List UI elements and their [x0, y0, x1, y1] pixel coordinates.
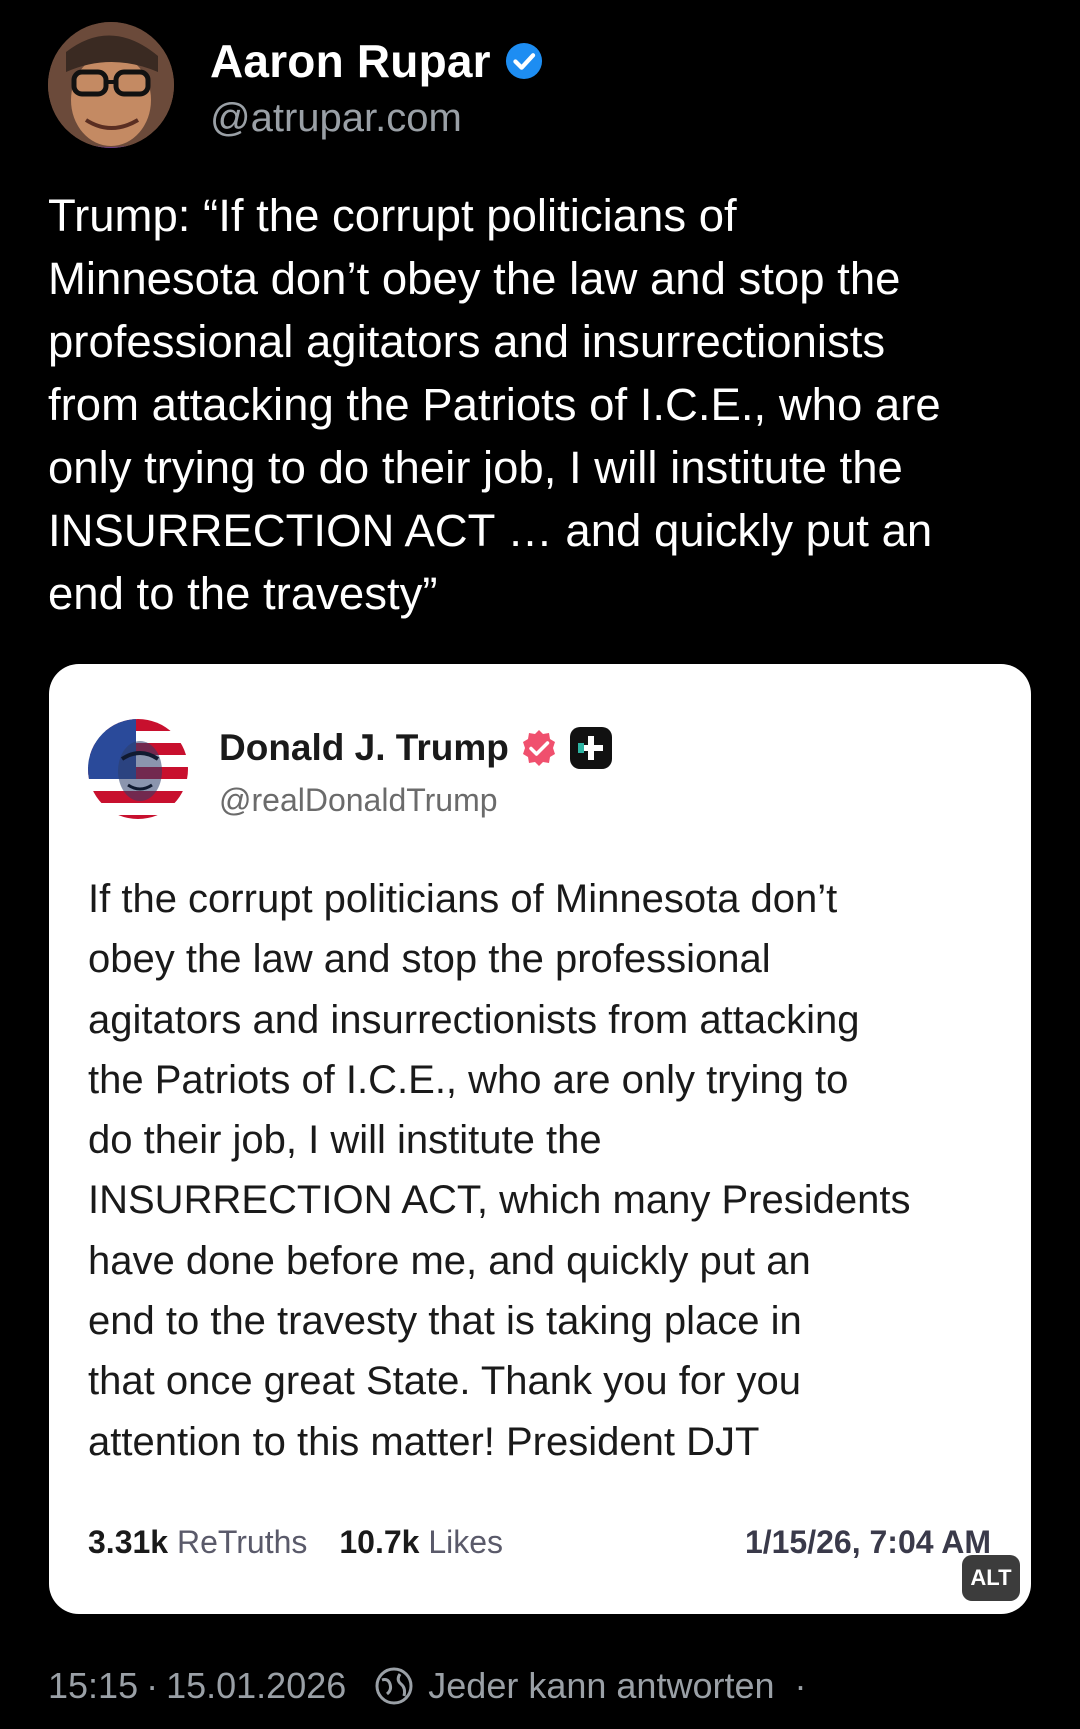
retruths-stat: 3.31k ReTruths: [88, 1524, 307, 1561]
likes-count: 10.7k: [339, 1524, 420, 1560]
author-name[interactable]: Aaron Rupar: [210, 34, 491, 88]
truth-author-avatar: [88, 719, 188, 819]
truth-date: 1/15/26, 7:04 AM: [744, 1524, 991, 1560]
post-header: Aaron Rupar @atrupar.com: [48, 22, 1028, 152]
globe-icon: [375, 1667, 413, 1705]
likes-label: Likes: [428, 1524, 504, 1560]
alt-text-button[interactable]: ALT: [962, 1555, 1020, 1601]
trailing-dot: ·: [794, 1665, 807, 1706]
post-text: Trump: “If the corrupt politicians of Mi…: [48, 190, 941, 619]
post-footer: 15:15 · 15.01.2026 Jeder kann antworten …: [48, 1665, 1058, 1707]
author-avatar[interactable]: [48, 22, 174, 148]
quoted-image-card[interactable]: Donald J. Trump @realDonaldTrump If the …: [49, 664, 1031, 1614]
retruths-label: ReTruths: [176, 1524, 308, 1560]
truth-author-handle: @realDonaldTrump: [219, 782, 498, 818]
likes-stat: 10.7k Likes: [339, 1524, 503, 1561]
separator-dot: ·: [146, 1665, 159, 1706]
truth-author-name: Donald J. Trump: [219, 727, 509, 768]
post-time[interactable]: 15:15: [48, 1665, 138, 1707]
retruths-count: 3.31k: [88, 1524, 169, 1560]
author-handle[interactable]: @atrupar.com: [210, 96, 543, 141]
verified-badge-icon: [505, 42, 542, 80]
truth-stats: 3.31k ReTruths 10.7k Likes: [88, 1524, 503, 1561]
truth-plus-icon: [569, 727, 612, 769]
truth-post-text: If the corrupt politicians of Minnesota …: [88, 877, 911, 1464]
post-date[interactable]: 15.01.2026: [166, 1665, 346, 1707]
verified-badge-icon: [522, 730, 555, 766]
reply-setting[interactable]: Jeder kann antworten: [428, 1665, 774, 1707]
